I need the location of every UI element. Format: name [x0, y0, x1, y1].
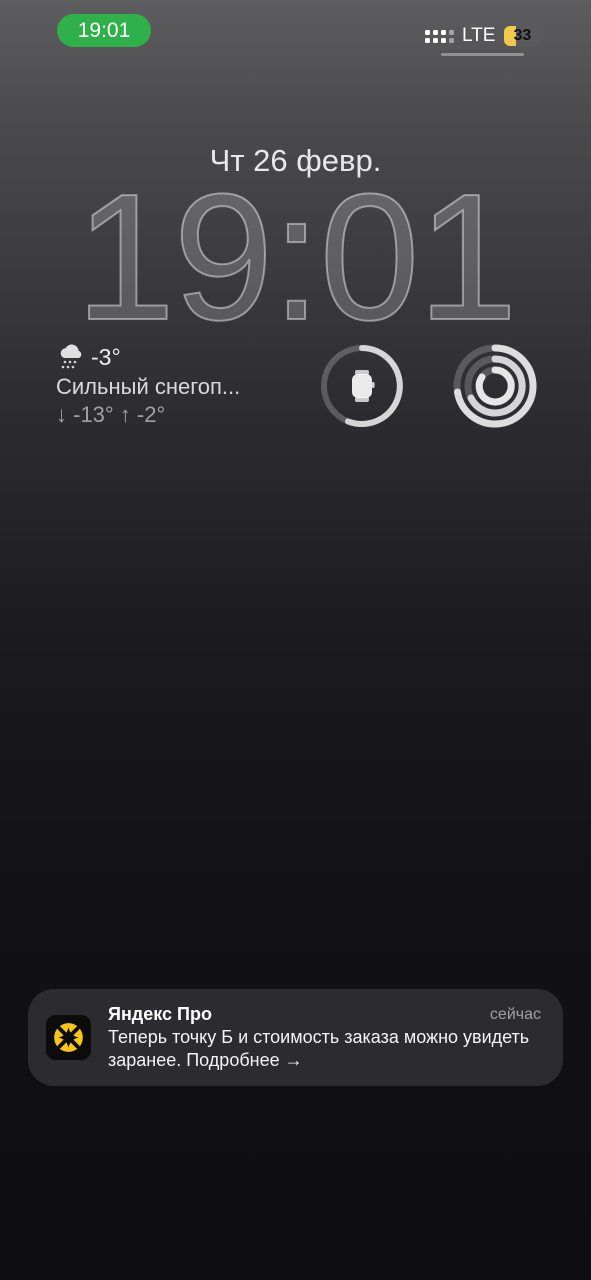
status-time-pill[interactable]: 19:01: [57, 14, 151, 47]
control-center-indicator[interactable]: [441, 53, 524, 56]
weather-temperature: -3°: [91, 343, 121, 370]
weather-condition: Сильный снегоп...: [56, 374, 241, 399]
status-time: 19:01: [77, 18, 131, 42]
cellular-signal-icon: [425, 29, 454, 43]
lock-clock: 19:01: [74, 157, 518, 358]
watch-battery-widget[interactable]: [319, 343, 405, 429]
activity-rings-icon: [453, 344, 537, 428]
yandex-pro-icon: [45, 1014, 92, 1061]
battery-icon: 33: [504, 26, 545, 46]
notification-message: Теперь точку Б и стоимость заказа можно …: [108, 1027, 530, 1070]
activity-rings-widget[interactable]: [452, 343, 538, 429]
snow-cloud-icon: [60, 344, 82, 369]
notification-time: сейчас: [489, 1006, 541, 1023]
notification-card[interactable]: Яндекс Про сейчас Теперь точку Б и стоим…: [28, 989, 563, 1086]
watch-icon: [352, 370, 375, 402]
weather-widget[interactable]: -3° Сильный снегоп... ↓ -13° ↑ -2°: [56, 340, 296, 428]
notification-app-name: Яндекс Про: [108, 1004, 212, 1024]
battery-percent: 33: [513, 27, 532, 44]
weather-low-high: ↓ -13° ↑ -2°: [56, 402, 166, 427]
network-type: LTE: [462, 25, 496, 46]
status-icons[interactable]: LTE 33: [425, 21, 545, 51]
